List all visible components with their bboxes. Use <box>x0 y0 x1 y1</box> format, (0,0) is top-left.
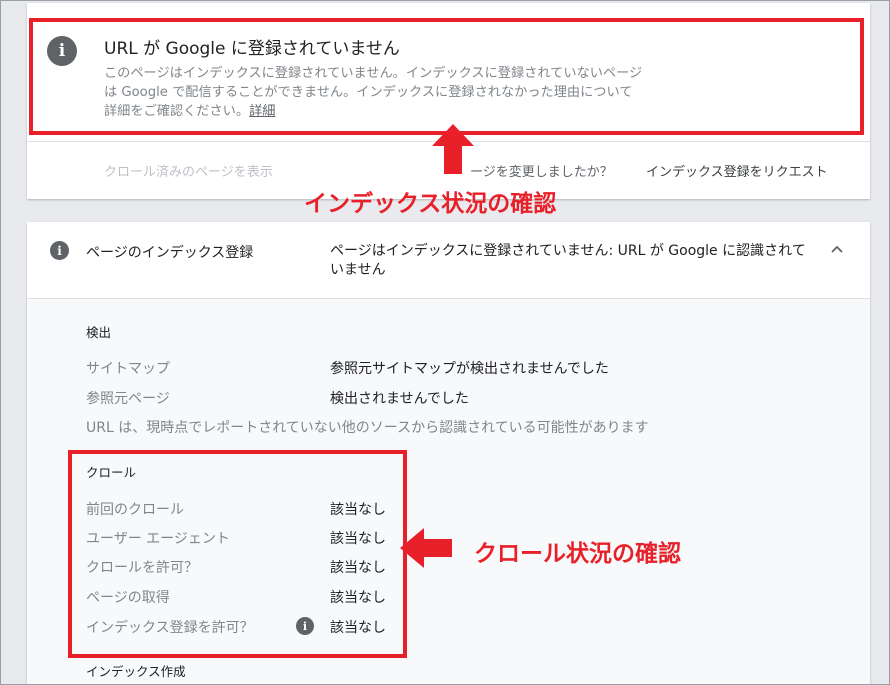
chevron-up-icon[interactable] <box>828 241 846 259</box>
coverage-value: ページはインデックスに登録されていません: URL が Google に認識され… <box>330 243 806 278</box>
referring-page-value: 検出されませんでした <box>330 391 469 407</box>
crawl-status-highlight-box <box>68 450 407 658</box>
sitemap-value: 参照元サイトマップが検出されませんでした <box>330 361 609 377</box>
index-status-annotation: インデックス状況の確認 <box>304 191 557 217</box>
arrow-up-icon <box>432 124 474 174</box>
coverage-label: ページのインデックス登録 <box>86 245 254 261</box>
discovery-note: URL は、現時点でレポートされていない他のソースから認識されている可能性があり… <box>86 420 649 436</box>
crawl-status-annotation: クロール状況の確認 <box>474 541 681 567</box>
view-crawled-page-button[interactable]: クロール済みのページを表示 <box>104 161 273 180</box>
discovery-heading: 検出 <box>86 325 112 340</box>
request-indexing-button[interactable]: インデックス登録をリクエスト <box>646 161 828 180</box>
referring-page-label: 参照元ページ <box>86 391 170 407</box>
indexing-heading: インデックス作成 <box>86 664 186 679</box>
page-changed-question: ージを変更しましたか？ <box>470 165 613 180</box>
sitemap-label: サイトマップ <box>86 361 170 377</box>
arrow-left-icon <box>400 528 452 568</box>
index-status-highlight-box <box>29 18 864 135</box>
info-icon: i <box>50 241 69 260</box>
